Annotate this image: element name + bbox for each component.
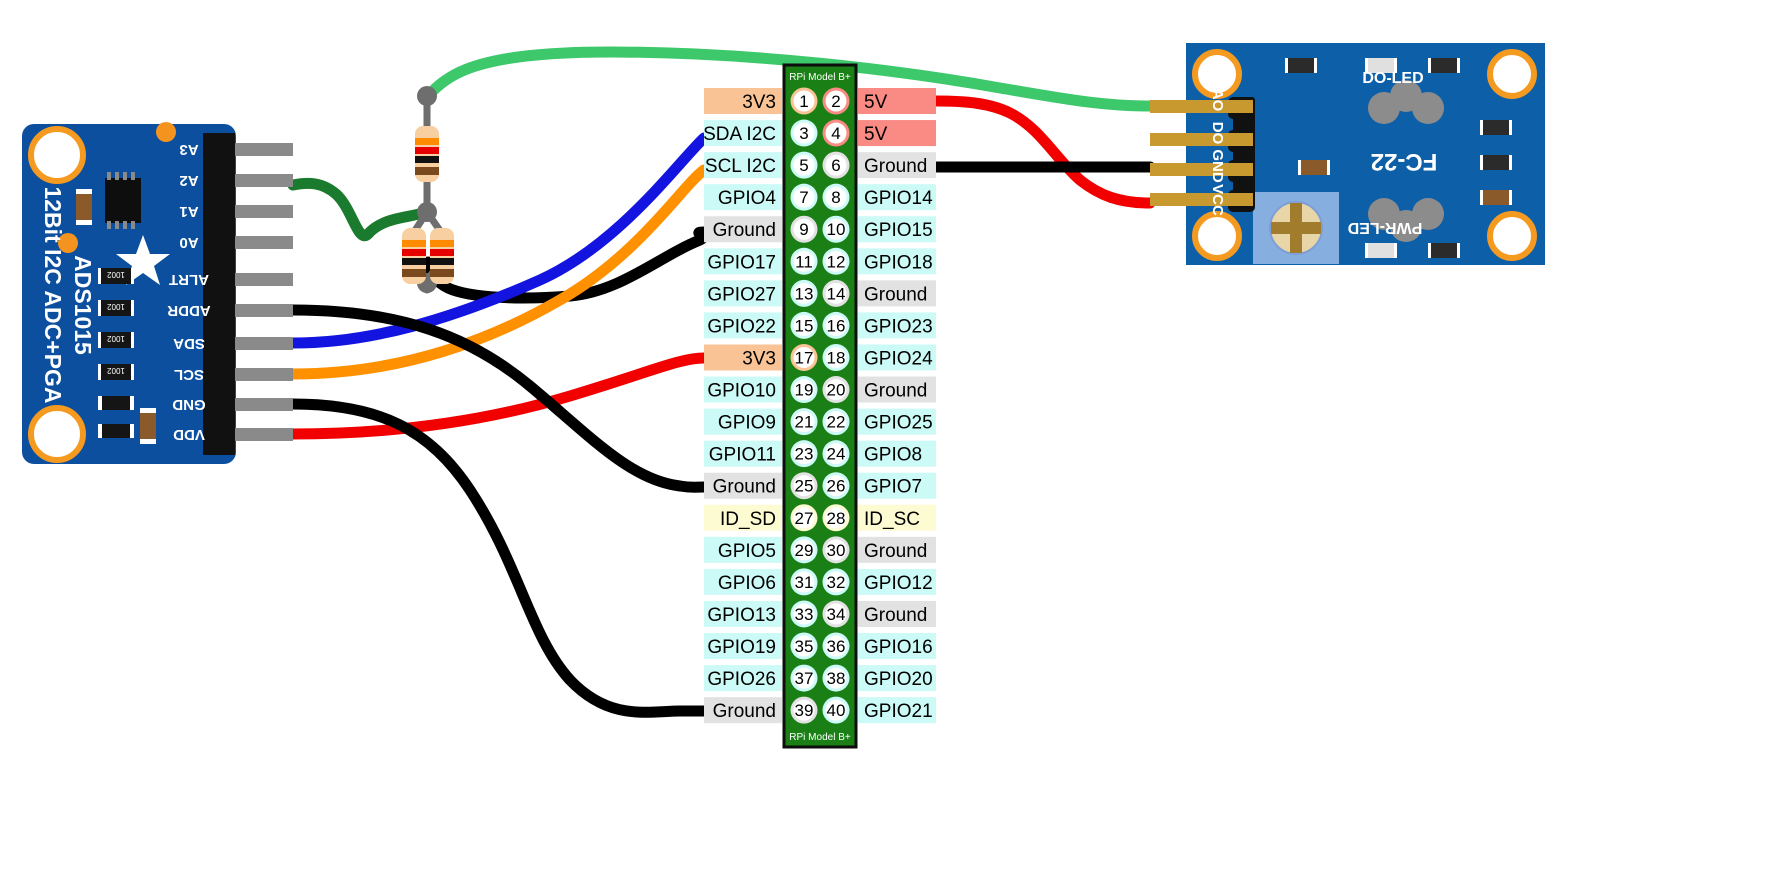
resistor-3[interactable] — [430, 228, 454, 284]
junction-mid — [417, 202, 437, 222]
resistor-2[interactable] — [402, 228, 426, 284]
wiring-diagram-canvas: 1002 1002 1002 1002 A3 A2 A1 A0 ALRT ADD… — [0, 0, 1779, 882]
junction-top — [417, 86, 437, 106]
resistor-1[interactable] — [415, 126, 439, 182]
resistor-divider — [402, 86, 454, 294]
